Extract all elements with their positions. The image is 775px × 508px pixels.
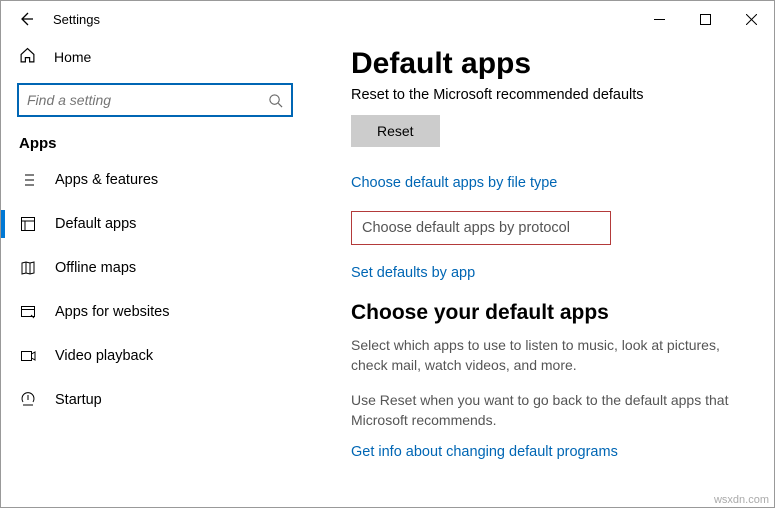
nav-apps-websites[interactable]: Apps for websites <box>5 290 305 334</box>
home-nav[interactable]: Home <box>5 37 305 77</box>
maximize-button[interactable] <box>682 3 728 35</box>
reset-paragraph: Use Reset when you want to go back to th… <box>351 390 750 431</box>
link-info[interactable]: Get info about changing default programs <box>351 444 750 460</box>
titlebar: Settings <box>1 1 774 37</box>
nav-label: Offline maps <box>55 260 136 276</box>
home-icon <box>19 47 36 67</box>
nav-offline-maps[interactable]: Offline maps <box>5 246 305 290</box>
video-icon <box>19 348 37 364</box>
choose-heading: Choose your default apps <box>351 301 750 325</box>
reset-caption: Reset to the Microsoft recommended defau… <box>351 87 750 103</box>
maximize-icon <box>700 14 711 25</box>
search-box[interactable] <box>17 83 293 117</box>
link-filetype[interactable]: Choose default apps by file type <box>351 175 750 191</box>
back-button[interactable] <box>11 4 41 34</box>
search-icon <box>268 93 283 108</box>
watermark: wsxdn.com <box>714 494 769 506</box>
nav-label: Apps for websites <box>55 304 169 320</box>
main-panel: Default apps Reset to the Microsoft reco… <box>321 37 774 507</box>
nav-video-playback[interactable]: Video playback <box>5 334 305 378</box>
page-title: Default apps <box>351 47 750 81</box>
nav-label: Default apps <box>55 216 136 232</box>
default-apps-icon <box>19 216 37 232</box>
close-button[interactable] <box>728 3 774 35</box>
link-protocol[interactable]: Choose default apps by protocol <box>351 211 611 245</box>
search-input[interactable] <box>27 92 268 108</box>
close-icon <box>746 14 757 25</box>
sidebar: Home Apps Apps & features Default apps <box>1 37 321 507</box>
map-icon <box>19 260 37 276</box>
reset-button[interactable]: Reset <box>351 115 440 147</box>
sidebar-heading: Apps <box>5 135 305 158</box>
nav-startup[interactable]: Startup <box>5 378 305 422</box>
nav-default-apps[interactable]: Default apps <box>5 202 305 246</box>
choose-paragraph: Select which apps to use to listen to mu… <box>351 335 750 376</box>
nav-apps-features[interactable]: Apps & features <box>5 158 305 202</box>
list-icon <box>19 172 37 188</box>
nav-label: Apps & features <box>55 172 158 188</box>
home-label: Home <box>54 49 91 65</box>
startup-icon <box>19 392 37 408</box>
window-title: Settings <box>53 12 100 27</box>
minimize-button[interactable] <box>636 3 682 35</box>
arrow-left-icon <box>18 11 34 27</box>
link-byapp[interactable]: Set defaults by app <box>351 265 750 281</box>
websites-icon <box>19 304 37 320</box>
nav-label: Startup <box>55 392 102 408</box>
nav-label: Video playback <box>55 348 153 364</box>
minimize-icon <box>654 14 665 25</box>
